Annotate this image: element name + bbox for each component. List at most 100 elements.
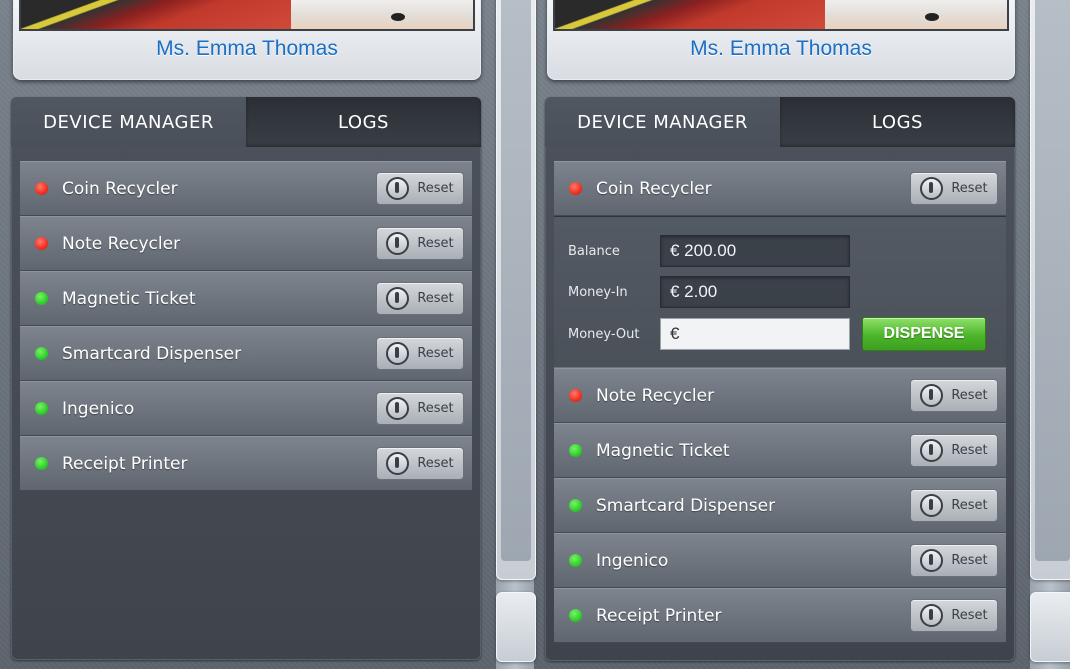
reset-button[interactable]: Reset bbox=[910, 544, 998, 577]
photo-right bbox=[825, 0, 1007, 29]
device-row-smartcard-dispenser[interactable]: Smartcard Dispenser Reset bbox=[20, 326, 472, 381]
profile-name: Ms. Emma Thomas bbox=[690, 37, 872, 60]
side-card-right-bottom bbox=[1030, 592, 1070, 662]
status-dot-icon bbox=[35, 237, 48, 250]
device-label: Receipt Printer bbox=[62, 453, 188, 474]
profile-photo-strip bbox=[19, 0, 475, 31]
photo-left bbox=[555, 0, 825, 29]
money-out-row: Money-Out € DISPENSE bbox=[568, 317, 992, 351]
profile-card: Ms. Emma Thomas bbox=[547, 0, 1015, 80]
reset-label: Reset bbox=[417, 236, 454, 251]
device-list: Coin Recycler Reset Note Recycler Reset … bbox=[11, 147, 481, 491]
balance-row: Balance € 200.00 bbox=[568, 235, 992, 267]
status-dot-icon bbox=[35, 182, 48, 195]
status-dot-icon bbox=[569, 499, 582, 512]
power-icon bbox=[386, 397, 410, 420]
reset-label: Reset bbox=[951, 608, 988, 623]
reset-label: Reset bbox=[951, 553, 988, 568]
power-icon bbox=[920, 384, 944, 407]
device-row-receipt-printer[interactable]: Receipt Printer Reset bbox=[20, 436, 472, 491]
status-dot-icon bbox=[569, 389, 582, 402]
device-label: Smartcard Dispenser bbox=[596, 495, 776, 516]
money-in-row: Money-In € 2.00 bbox=[568, 276, 992, 308]
profile-card: Ms. Emma Thomas bbox=[13, 0, 481, 80]
power-icon bbox=[920, 439, 944, 462]
tab-logs[interactable]: LOGS bbox=[246, 97, 481, 147]
device-row-smartcard-dispenser[interactable]: Smartcard Dispenser Reset bbox=[554, 478, 1006, 533]
device-row-ingenico[interactable]: Ingenico Reset bbox=[20, 381, 472, 436]
reset-button[interactable]: Reset bbox=[910, 599, 998, 632]
reset-button[interactable]: Reset bbox=[376, 172, 464, 205]
reset-button[interactable]: Reset bbox=[376, 447, 464, 480]
power-icon bbox=[920, 604, 944, 627]
reset-button[interactable]: Reset bbox=[376, 392, 464, 425]
money-in-value: € 2.00 bbox=[660, 276, 850, 308]
reset-label: Reset bbox=[951, 498, 988, 513]
side-card-left bbox=[496, 0, 536, 580]
tab-logs[interactable]: LOGS bbox=[780, 97, 1015, 147]
reset-button[interactable]: Reset bbox=[376, 337, 464, 370]
power-icon bbox=[386, 177, 410, 200]
reset-button[interactable]: Reset bbox=[376, 282, 464, 315]
device-label: Magnetic Ticket bbox=[62, 288, 196, 309]
reset-label: Reset bbox=[951, 388, 988, 403]
status-dot-icon bbox=[35, 292, 48, 305]
dispense-button[interactable]: DISPENSE bbox=[862, 317, 986, 351]
tab-device-manager[interactable]: DEVICE MANAGER bbox=[11, 97, 246, 147]
status-dot-icon bbox=[569, 444, 582, 457]
money-out-label: Money-Out bbox=[568, 326, 640, 342]
money-in-label: Money-In bbox=[568, 284, 628, 300]
device-label: Smartcard Dispenser bbox=[62, 343, 242, 364]
status-dot-icon bbox=[569, 182, 582, 195]
photo-right bbox=[291, 0, 473, 29]
device-label: Magnetic Ticket bbox=[596, 440, 730, 461]
status-dot-icon bbox=[569, 554, 582, 567]
side-card-left-bottom bbox=[496, 592, 536, 662]
photo-left bbox=[21, 0, 291, 29]
device-row-magnetic-ticket[interactable]: Magnetic Ticket Reset bbox=[20, 271, 472, 326]
balance-label: Balance bbox=[568, 243, 620, 259]
device-list: Coin Recycler Reset Balance € 200.00 Mon… bbox=[545, 147, 1015, 643]
device-label: Receipt Printer bbox=[596, 605, 722, 626]
reset-button[interactable]: Reset bbox=[910, 434, 998, 467]
power-icon bbox=[386, 287, 410, 310]
reset-button[interactable]: Reset bbox=[910, 489, 998, 522]
reset-label: Reset bbox=[417, 291, 454, 306]
reset-label: Reset bbox=[951, 443, 988, 458]
power-icon bbox=[920, 549, 944, 572]
power-icon bbox=[386, 232, 410, 255]
device-row-note-recycler[interactable]: Note Recycler Reset bbox=[554, 368, 1006, 423]
money-out-input[interactable]: € bbox=[660, 318, 850, 350]
left-panel: Ms. Emma Thomas DEVICE MANAGER LOGS Coin… bbox=[11, 0, 481, 669]
power-icon bbox=[386, 342, 410, 365]
device-label: Ingenico bbox=[62, 398, 135, 419]
device-label: Coin Recycler bbox=[596, 178, 712, 199]
device-row-coin-recycler[interactable]: Coin Recycler Reset bbox=[554, 161, 1006, 216]
status-dot-icon bbox=[35, 457, 48, 470]
reset-label: Reset bbox=[417, 346, 454, 361]
device-row-coin-recycler[interactable]: Coin Recycler Reset bbox=[20, 161, 472, 216]
reset-button[interactable]: Reset bbox=[910, 172, 998, 205]
tab-device-manager[interactable]: DEVICE MANAGER bbox=[545, 97, 780, 147]
power-icon bbox=[920, 177, 944, 200]
reset-button[interactable]: Reset bbox=[910, 379, 998, 412]
power-icon bbox=[386, 452, 410, 475]
device-label: Ingenico bbox=[596, 550, 669, 571]
right-panel: Ms. Emma Thomas DEVICE MANAGER LOGS Coin… bbox=[545, 0, 1015, 669]
reset-label: Reset bbox=[417, 401, 454, 416]
power-icon bbox=[920, 494, 944, 517]
device-row-receipt-printer[interactable]: Receipt Printer Reset bbox=[554, 588, 1006, 643]
side-card-right bbox=[1030, 0, 1070, 580]
device-row-magnetic-ticket[interactable]: Magnetic Ticket Reset bbox=[554, 423, 1006, 478]
device-manager-panel: DEVICE MANAGER LOGS Coin Recycler Reset … bbox=[545, 97, 1015, 661]
tab-bar: DEVICE MANAGER LOGS bbox=[11, 97, 481, 147]
device-label: Note Recycler bbox=[62, 233, 181, 254]
reset-label: Reset bbox=[417, 181, 454, 196]
device-row-ingenico[interactable]: Ingenico Reset bbox=[554, 533, 1006, 588]
status-dot-icon bbox=[35, 402, 48, 415]
device-row-note-recycler[interactable]: Note Recycler Reset bbox=[20, 216, 472, 271]
tab-bar: DEVICE MANAGER LOGS bbox=[545, 97, 1015, 147]
status-dot-icon bbox=[35, 347, 48, 360]
reset-button[interactable]: Reset bbox=[376, 227, 464, 260]
device-manager-panel: DEVICE MANAGER LOGS Coin Recycler Reset … bbox=[11, 97, 481, 660]
